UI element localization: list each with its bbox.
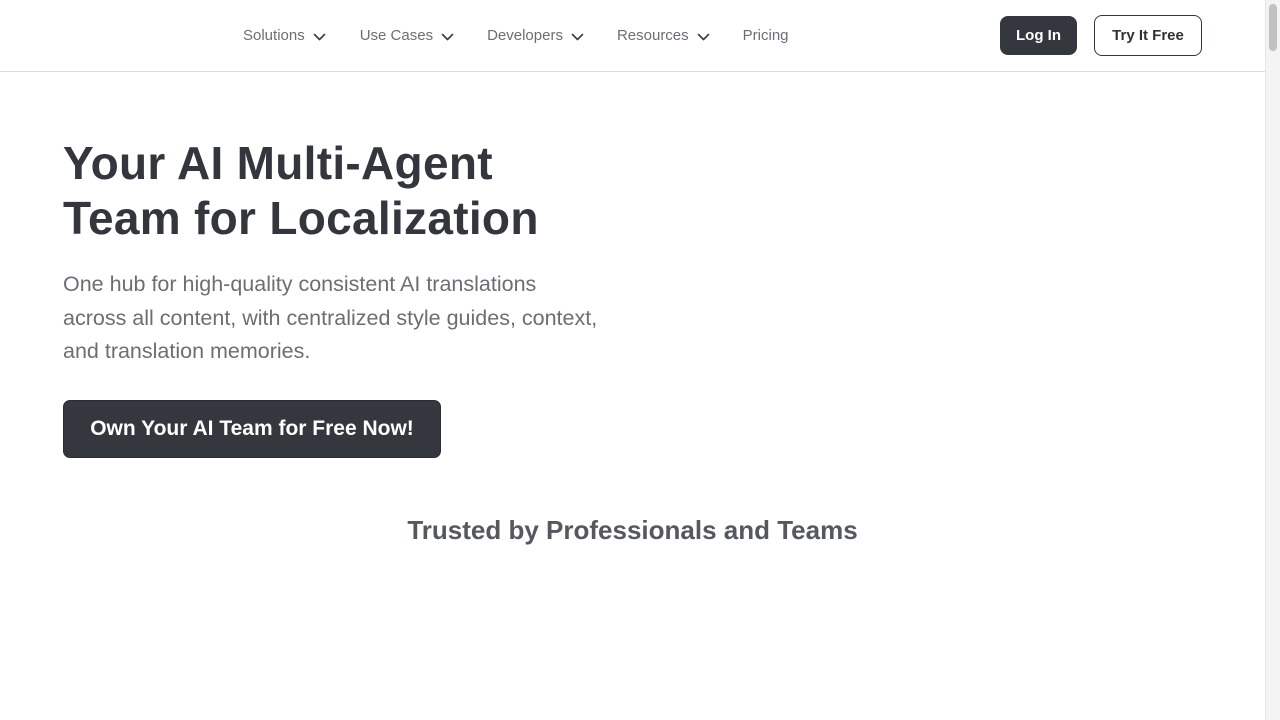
nav-item-solutions[interactable]: Solutions bbox=[243, 27, 326, 45]
nav-item-resources[interactable]: Resources bbox=[617, 27, 710, 45]
nav-item-label: Solutions bbox=[243, 27, 305, 44]
nav-item-label: Pricing bbox=[742, 27, 789, 44]
hero-subtitle: One hub for high-quality consistent AI t… bbox=[63, 272, 598, 363]
hero-title: Your AI Multi-Agent Team for Localizatio… bbox=[63, 136, 623, 246]
try-it-free-button[interactable]: Try It Free bbox=[1094, 15, 1202, 56]
nav-item-label: Resources bbox=[616, 27, 689, 44]
hero-title-line-1: Your AI Multi-Agent bbox=[63, 137, 493, 189]
scrollbar-thumb[interactable] bbox=[1269, 4, 1277, 51]
site-header: Solutions Use Cases Developers Resources… bbox=[0, 0, 1265, 72]
chevron-down-icon bbox=[697, 28, 710, 45]
chevron-down-icon bbox=[313, 28, 326, 45]
page-scrollbar[interactable] bbox=[1265, 0, 1280, 720]
chevron-down-icon bbox=[571, 28, 584, 45]
trusted-by-heading: Trusted by Professionals and Teams bbox=[407, 515, 858, 545]
nav-item-developers[interactable]: Developers bbox=[487, 27, 584, 45]
nav-item-use-cases[interactable]: Use Cases bbox=[360, 27, 454, 45]
nav-item-pricing[interactable]: Pricing bbox=[743, 27, 789, 44]
main-nav: Solutions Use Cases Developers Resources… bbox=[243, 0, 789, 71]
own-ai-team-cta-button[interactable]: Own Your AI Team for Free Now! bbox=[63, 400, 441, 458]
chevron-down-icon bbox=[441, 28, 454, 45]
login-button[interactable]: Log In bbox=[1000, 16, 1077, 55]
nav-item-label: Developers bbox=[487, 27, 563, 44]
hero-title-line-2: Team for Localization bbox=[63, 192, 539, 244]
nav-item-label: Use Cases bbox=[359, 27, 434, 44]
